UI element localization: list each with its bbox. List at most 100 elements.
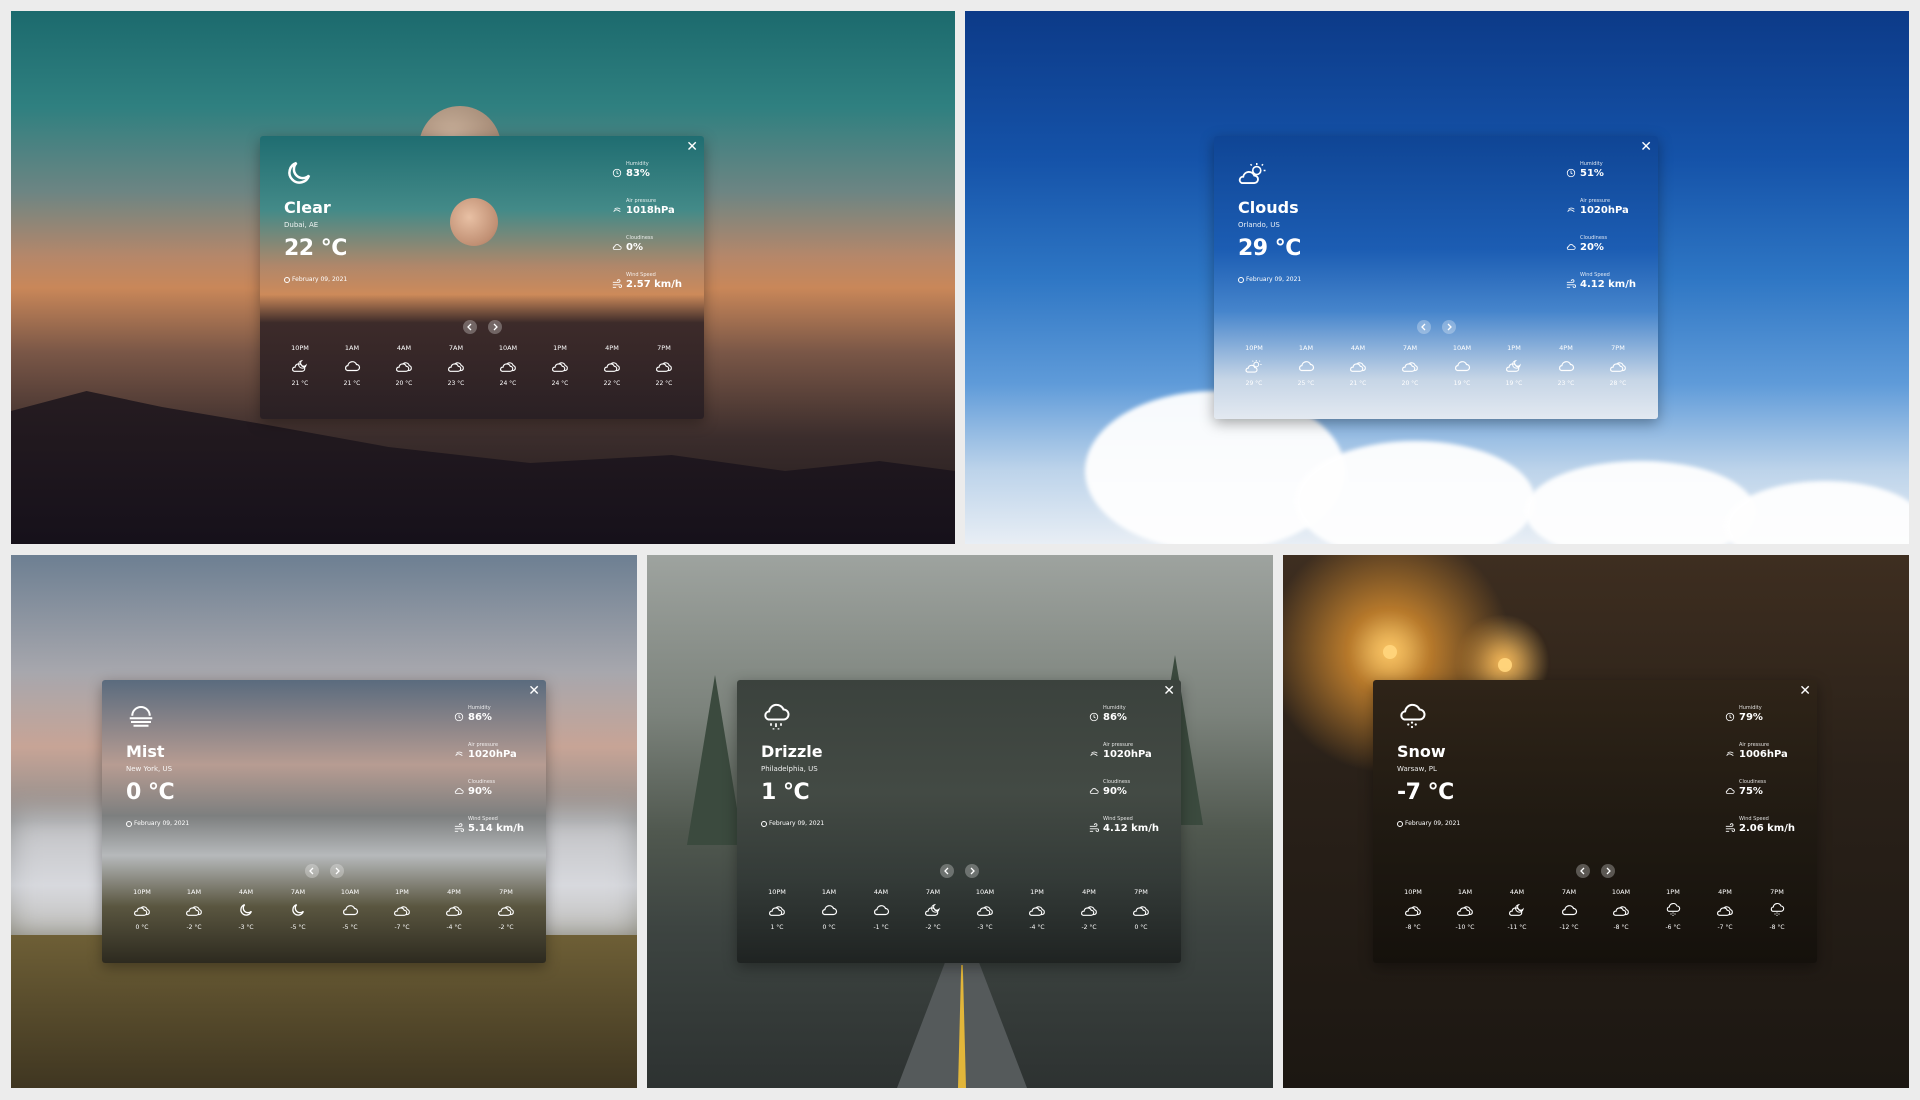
prev-button[interactable] xyxy=(305,864,319,878)
hour-temp: -5 °C xyxy=(342,924,358,931)
street-lamp xyxy=(1498,658,1512,672)
clouds-icon xyxy=(1456,902,1474,918)
stat-value: 1020hPa xyxy=(1580,205,1629,216)
next-button[interactable] xyxy=(1601,864,1615,878)
hour-time: 4AM xyxy=(873,888,889,896)
wind-icon xyxy=(454,818,465,832)
hourly-item: 10AM -5 °C xyxy=(330,888,370,958)
date-text: February 09, 2021 xyxy=(769,820,825,827)
next-button[interactable] xyxy=(330,864,344,878)
hourly-item: 7PM 28 °C xyxy=(1598,344,1638,414)
stat-value: 1020hPa xyxy=(468,749,517,760)
date-text: February 09, 2021 xyxy=(292,276,348,283)
clock-icon xyxy=(126,820,132,827)
stat-item: Wind Speed 4.12 km/h xyxy=(1089,815,1177,852)
hourly-item: 4AM 20 °C xyxy=(384,344,424,414)
clouds-icon xyxy=(393,902,411,918)
stat-item: Cloudiness 90% xyxy=(454,778,542,815)
forecast-pager xyxy=(940,864,984,880)
close-button[interactable]: ✕ xyxy=(528,683,540,699)
hourly-item: 7AM -2 °C xyxy=(913,888,953,958)
snow-icon xyxy=(1397,702,1427,732)
cloud-icon xyxy=(1560,902,1578,918)
hour-temp: 0 °C xyxy=(1134,924,1148,931)
stat-label: Wind Speed xyxy=(468,816,498,822)
cloud-moon-icon xyxy=(291,358,309,374)
hour-temp: 0 °C xyxy=(135,924,149,931)
moon-icon xyxy=(289,902,307,918)
hourly-item: 1PM 19 °C xyxy=(1494,344,1534,414)
hour-temp: 28 °C xyxy=(1609,380,1627,387)
stat-value: 79% xyxy=(1739,712,1763,723)
pine-tree xyxy=(687,675,743,845)
forecast-pager xyxy=(1417,320,1461,336)
hour-time: 7PM xyxy=(657,344,671,352)
humidity-icon xyxy=(1089,707,1099,722)
clouds-icon xyxy=(655,358,673,374)
close-button[interactable]: ✕ xyxy=(1163,683,1175,699)
stat-label: Cloudiness xyxy=(1103,779,1131,785)
hour-time: 7PM xyxy=(1134,888,1148,896)
stat-label: Wind Speed xyxy=(1103,816,1133,822)
cloudiness-icon xyxy=(1089,781,1099,794)
clouds-icon xyxy=(1132,902,1150,918)
street-lamp xyxy=(1383,645,1397,659)
hour-temp: 23 °C xyxy=(1557,380,1575,387)
cloud-moon-icon xyxy=(1505,358,1523,374)
prev-button[interactable] xyxy=(1576,864,1590,878)
hour-time: 4PM xyxy=(1082,888,1096,896)
condition-title: Snow xyxy=(1397,742,1446,761)
clouds-icon xyxy=(1080,902,1098,918)
wind-icon xyxy=(1089,818,1100,832)
moon-photo xyxy=(450,198,498,246)
stat-value: 5.14 km/h xyxy=(468,823,524,834)
stat-item: Air pressure 1020hPa xyxy=(454,741,542,778)
clouds-icon xyxy=(551,358,569,374)
hourly-item: 10AM -3 °C xyxy=(965,888,1005,958)
humidity-icon xyxy=(454,707,464,722)
hour-time: 10AM xyxy=(975,888,995,896)
prev-button[interactable] xyxy=(1417,320,1431,334)
stat-label: Wind Speed xyxy=(1739,816,1769,822)
cloud-sun-icon xyxy=(1245,358,1263,374)
current-temperature: 1 °C xyxy=(761,780,810,805)
stat-item: Cloudiness 0% xyxy=(612,234,700,271)
clouds-icon xyxy=(1404,902,1422,918)
next-button[interactable] xyxy=(488,320,502,334)
hourly-item: 7AM 20 °C xyxy=(1390,344,1430,414)
chevron-right-icon xyxy=(493,323,498,331)
hour-time: 7PM xyxy=(499,888,513,896)
wind-icon xyxy=(612,274,623,288)
next-button[interactable] xyxy=(965,864,979,878)
hourly-forecast: 10PM -8 °C 1AM -10 °C 4AM -11 °C 7AM -12 °C 10AM… xyxy=(1393,888,1797,958)
hour-temp: 23 °C xyxy=(447,380,465,387)
clock-icon xyxy=(761,820,767,827)
stat-item: Wind Speed 2.57 km/h xyxy=(612,271,700,308)
hourly-item: 10PM -8 °C xyxy=(1393,888,1433,958)
current-temperature: 29 °C xyxy=(1238,236,1301,261)
hour-temp: 1 °C xyxy=(770,924,784,931)
date-label: February 09, 2021 xyxy=(1397,820,1460,827)
hourly-forecast: 10PM 29 °C 1AM 25 °C 4AM 21 °C 7AM 20 °C 10AM 19 … xyxy=(1234,344,1638,414)
hour-temp: -2 °C xyxy=(186,924,202,931)
hourly-item: 7AM 23 °C xyxy=(436,344,476,414)
cloud-icon xyxy=(1297,358,1315,374)
hour-temp: 0 °C xyxy=(822,924,836,931)
close-button[interactable]: ✕ xyxy=(1640,139,1652,155)
clouds-icon xyxy=(603,358,621,374)
hour-time: 1PM xyxy=(1507,344,1521,352)
prev-button[interactable] xyxy=(940,864,954,878)
hour-time: 1PM xyxy=(1666,888,1680,896)
stat-item: Air pressure 1020hPa xyxy=(1089,741,1177,778)
cloud-icon xyxy=(872,902,890,918)
stat-label: Cloudiness xyxy=(626,235,654,241)
hour-temp: 19 °C xyxy=(1505,380,1523,387)
close-button[interactable]: ✕ xyxy=(686,139,698,155)
next-button[interactable] xyxy=(1442,320,1456,334)
cloud-photo xyxy=(1525,461,1755,544)
hour-time: 4PM xyxy=(1718,888,1732,896)
condition-title: Clear xyxy=(284,198,331,217)
prev-button[interactable] xyxy=(463,320,477,334)
hourly-item: 7PM -2 °C xyxy=(486,888,526,958)
close-button[interactable]: ✕ xyxy=(1799,683,1811,699)
